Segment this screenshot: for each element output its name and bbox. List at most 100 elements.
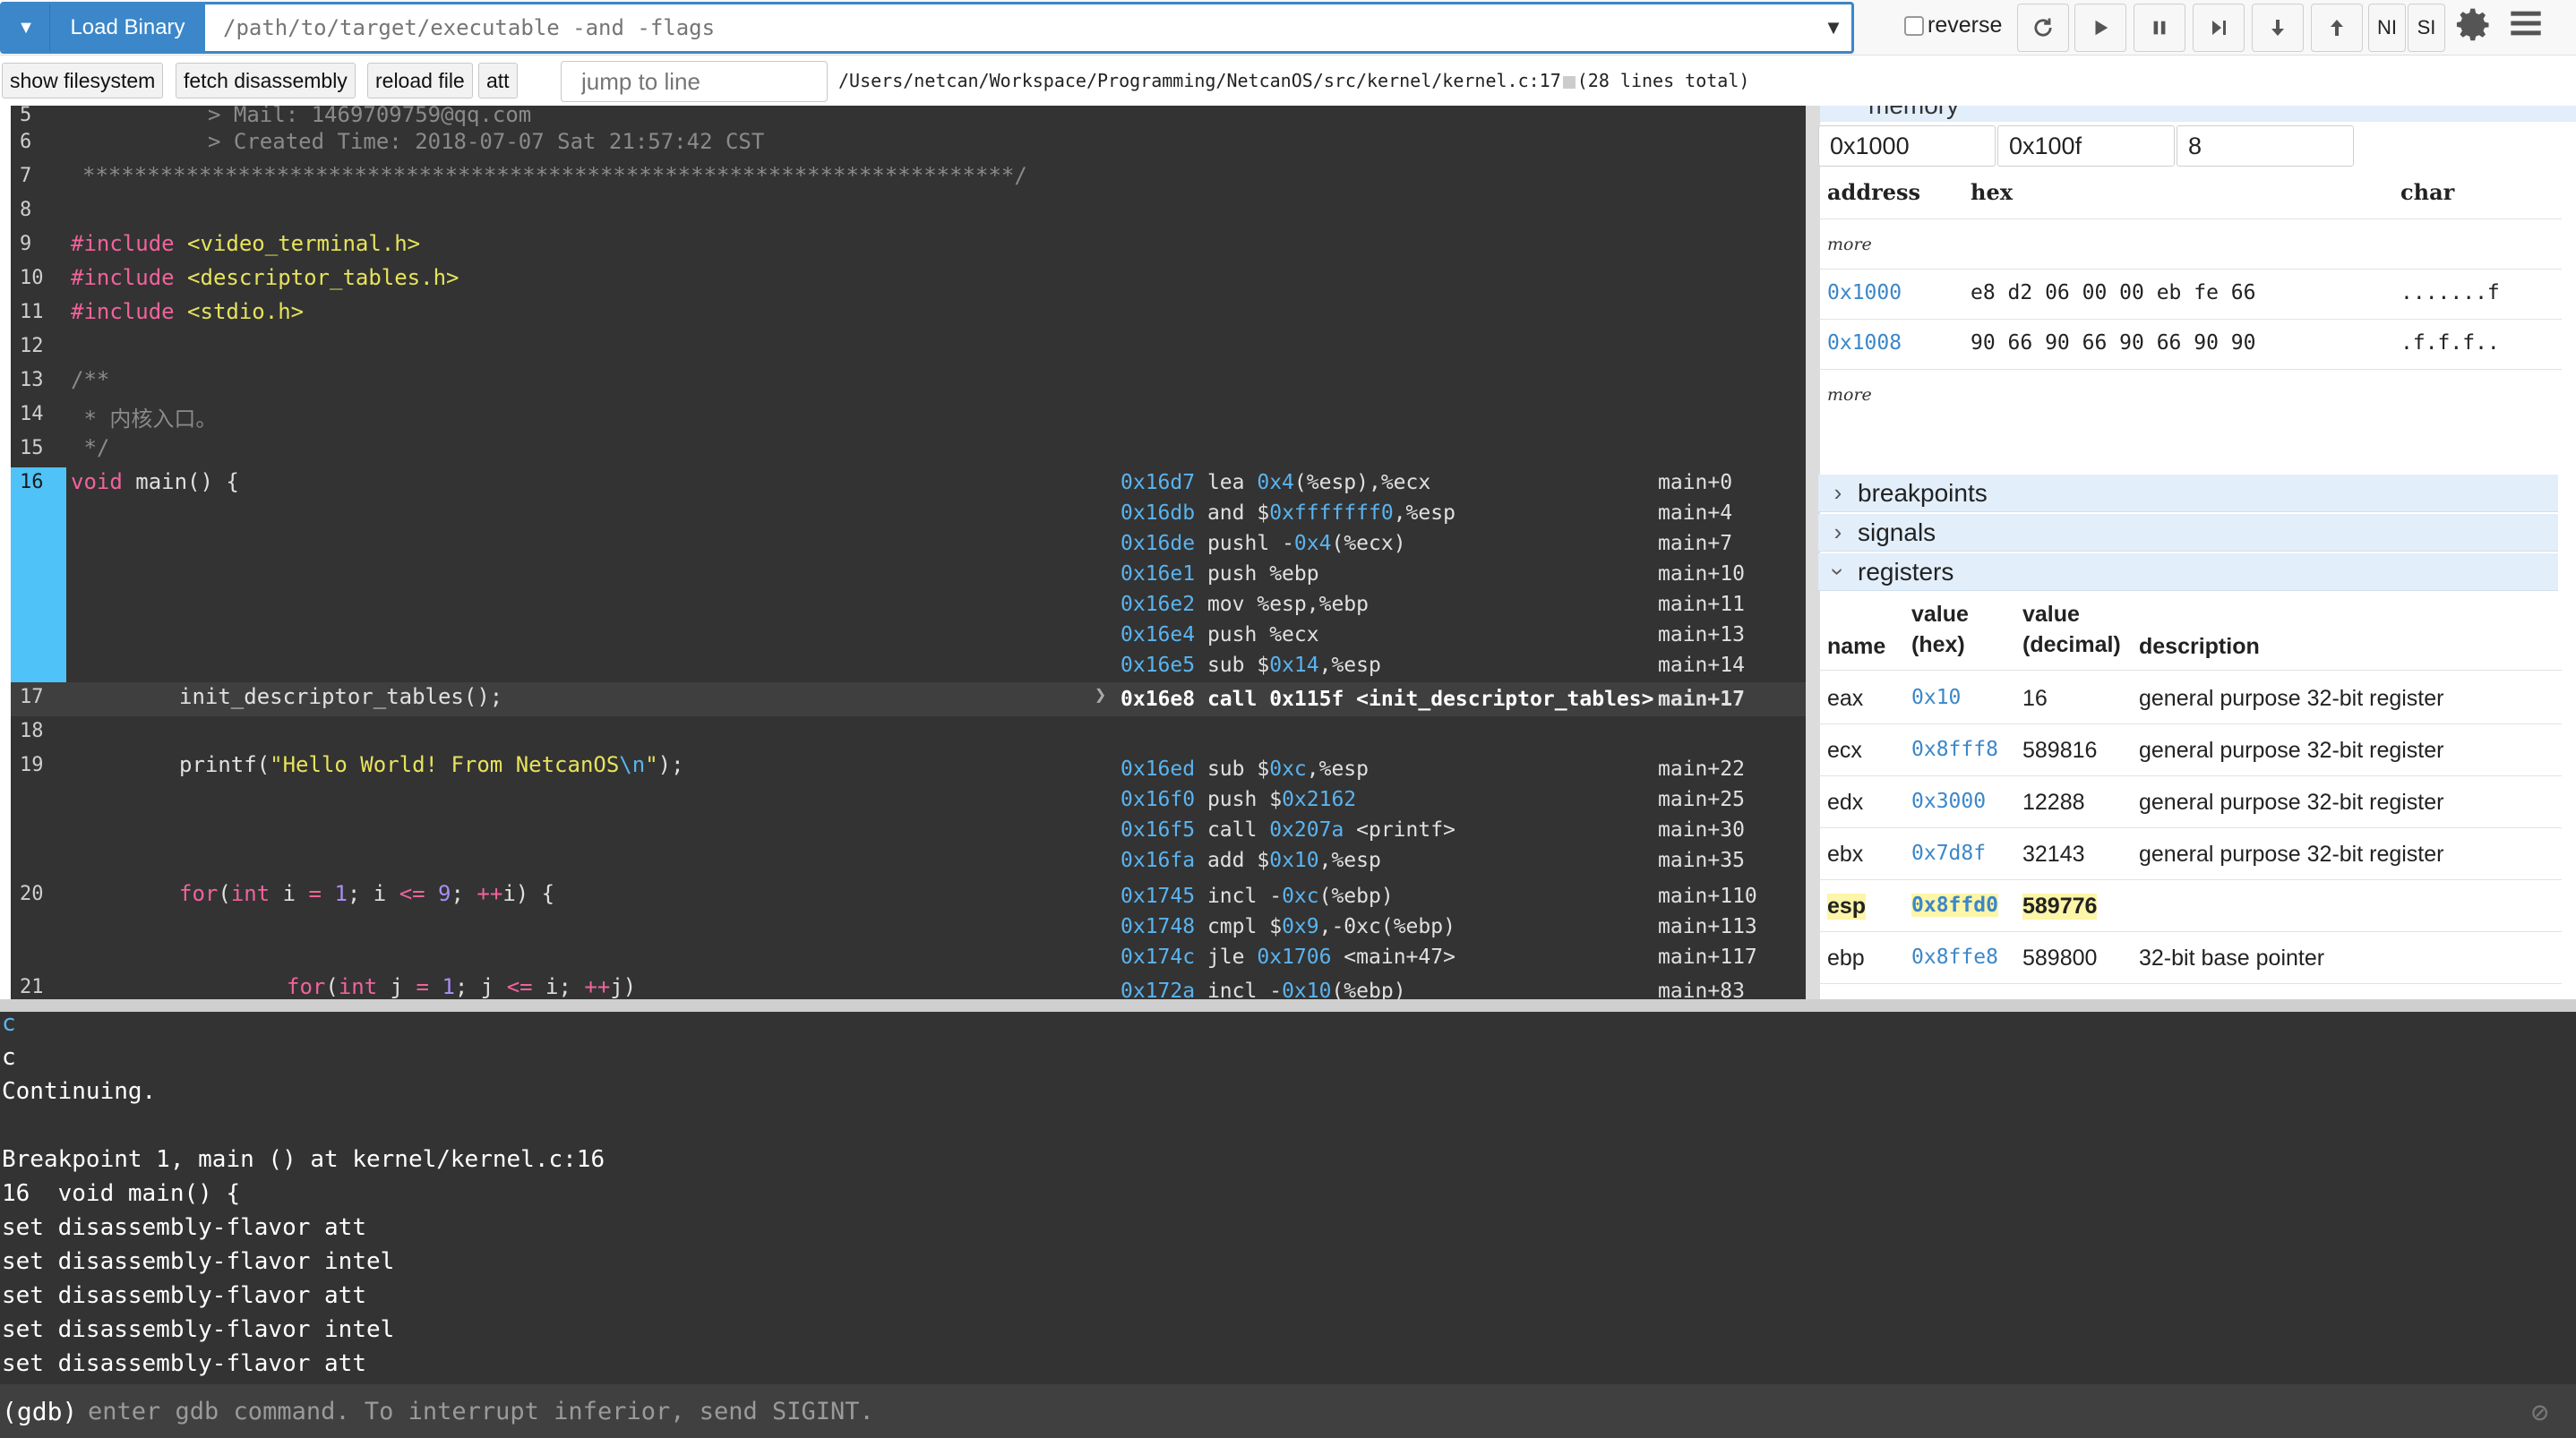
line-number[interactable]: 9 xyxy=(20,233,31,255)
register-name: ecx xyxy=(1827,738,1862,763)
source-line: 20 for(int i = 1; i <= 9; ++i) { xyxy=(11,879,1806,972)
line-number[interactable]: 18 xyxy=(20,720,44,742)
line-number[interactable]: 8 xyxy=(20,199,31,221)
reverse-toggle[interactable]: reverse xyxy=(1904,13,2002,39)
register-description: general purpose 32-bit register xyxy=(2139,686,2444,711)
memory-more-before-link[interactable]: more xyxy=(1827,235,1872,254)
instruction-address[interactable]: 0x16fa xyxy=(1121,849,1195,872)
line-number[interactable]: 20 xyxy=(20,883,44,905)
code-text: for(int j = 1; j <= i; ++j) xyxy=(287,974,637,999)
pause-button[interactable] xyxy=(2134,4,2185,52)
signals-section-header[interactable]: › signals xyxy=(1818,514,2558,552)
step-out-button[interactable] xyxy=(2311,4,2363,52)
fetch-disassembly-button[interactable]: fetch disassembly xyxy=(176,63,356,98)
instruction-offset: main+10 xyxy=(1658,562,1745,586)
refresh-button[interactable] xyxy=(2017,4,2069,52)
register-name: eax xyxy=(1827,686,1864,711)
register-hex-value[interactable]: 0x8ffd0 xyxy=(1911,894,1998,917)
instruction-address[interactable]: 0x16f0 xyxy=(1121,788,1195,811)
instruction-address[interactable]: 0x16d7 xyxy=(1121,471,1195,494)
line-number[interactable]: 11 xyxy=(20,301,44,323)
show-filesystem-button[interactable]: show filesystem xyxy=(2,63,164,98)
register-decimal-value: 32143 xyxy=(2022,842,2085,867)
line-number[interactable]: 17 xyxy=(20,686,44,708)
load-binary-button[interactable]: Load Binary xyxy=(49,4,205,51)
instruction-operand-number: 0x207a xyxy=(1269,818,1344,842)
instruction-address[interactable]: 0x16f5 xyxy=(1121,818,1195,842)
jump-to-line-input[interactable] xyxy=(561,61,828,102)
instruction-address[interactable]: 0x16e8 xyxy=(1121,688,1195,711)
line-number[interactable]: 6 xyxy=(20,131,31,153)
memory-address-link[interactable]: 0x1008 xyxy=(1827,331,1902,355)
instruction-address[interactable]: 0x16de xyxy=(1121,532,1195,555)
disassembly-flavor-button[interactable]: att xyxy=(478,63,518,98)
instruction-offset: main+0 xyxy=(1658,471,1733,494)
next-instruction-button[interactable]: NI xyxy=(2368,4,2406,52)
line-number[interactable]: 12 xyxy=(20,335,44,357)
instruction-address[interactable]: 0x172a xyxy=(1121,980,1195,999)
register-hex-value[interactable]: 0x3000 xyxy=(1911,790,1986,813)
reload-file-button[interactable]: reload file xyxy=(367,63,473,98)
step-instruction-button[interactable]: SI xyxy=(2408,4,2445,52)
instruction-address[interactable]: 0x16e4 xyxy=(1121,623,1195,646)
disassembly-instruction: 0x16de pushl -0x4(%ecx) xyxy=(1121,532,1406,555)
register-decimal-value: 12288 xyxy=(2022,790,2085,815)
disassembly-instruction: 0x16f5 call 0x207a <printf> xyxy=(1121,818,1455,842)
register-hex-value[interactable]: 0x10 xyxy=(1911,686,1961,709)
register-hex-value[interactable]: 0x8ffe8 xyxy=(1911,946,1998,969)
disassembly-instruction: 0x1745 incl -0xc(%ebp) xyxy=(1121,885,1394,908)
memory-bytes-per-line-input[interactable] xyxy=(2177,125,2354,167)
clear-console-icon[interactable]: ⊘ xyxy=(2531,1395,2548,1429)
memory-address-link[interactable]: 0x1000 xyxy=(1827,281,1902,304)
code-token: i xyxy=(270,881,309,906)
instruction-address[interactable]: 0x1745 xyxy=(1121,885,1195,908)
memory-more-after-link[interactable]: more xyxy=(1827,385,1872,405)
instruction-address[interactable]: 0x1748 xyxy=(1121,915,1195,938)
instruction-address[interactable]: 0x16ed xyxy=(1121,758,1195,781)
instruction-offset: main+113 xyxy=(1658,915,1757,938)
memory-start-input[interactable] xyxy=(1818,125,1996,167)
copy-path-icon[interactable] xyxy=(1562,75,1576,89)
settings-button[interactable] xyxy=(2454,5,2494,45)
line-number[interactable]: 10 xyxy=(20,267,44,289)
line-number[interactable]: 16 xyxy=(20,471,44,493)
menu-button[interactable] xyxy=(2508,5,2547,45)
registers-section-header[interactable]: › registers xyxy=(1818,553,2558,591)
instruction-operand: - xyxy=(1282,532,1294,555)
panel-resize-handle[interactable] xyxy=(1806,106,1820,999)
line-number[interactable]: 5 xyxy=(20,106,31,126)
instruction-operand: <printf> xyxy=(1344,818,1455,842)
instruction-address[interactable]: 0x16e2 xyxy=(1121,593,1195,616)
instruction-opcode: push xyxy=(1206,623,1258,646)
reverse-checkbox[interactable] xyxy=(1904,15,1924,36)
instruction-address[interactable]: 0x174c xyxy=(1121,946,1195,969)
load-options-caret-icon[interactable]: ▼ xyxy=(3,4,49,51)
breakpoint-marker[interactable] xyxy=(11,467,66,682)
continue-button[interactable] xyxy=(2074,4,2126,52)
line-number[interactable]: 7 xyxy=(20,165,31,187)
register-hex-value[interactable]: 0x7d8f xyxy=(1911,842,1986,865)
line-number[interactable]: 21 xyxy=(20,976,44,998)
binary-path-input[interactable] xyxy=(205,4,1816,51)
line-number[interactable]: 14 xyxy=(20,403,44,425)
instruction-opcode: call xyxy=(1206,688,1258,711)
line-number[interactable]: 19 xyxy=(20,754,44,776)
current-file-path: /Users/netcan/Workspace/Programming/Netc… xyxy=(838,70,1749,91)
instruction-address[interactable]: 0x16e5 xyxy=(1121,654,1195,677)
breakpoints-section-header[interactable]: › breakpoints xyxy=(1818,475,2558,512)
register-hex-value[interactable]: 0x8fff8 xyxy=(1911,738,1998,761)
instruction-address[interactable]: 0x16e1 xyxy=(1121,562,1195,586)
line-number[interactable]: 15 xyxy=(20,437,44,459)
disassembly-instruction: 0x16d7 lea 0x4(%esp),%ecx xyxy=(1121,471,1430,494)
instruction-operand-number: 0xc xyxy=(1282,885,1319,908)
step-over-button[interactable] xyxy=(2193,4,2245,52)
instruction-address[interactable]: 0x16db xyxy=(1121,501,1195,525)
step-into-button[interactable] xyxy=(2252,4,2304,52)
memory-end-input[interactable] xyxy=(1997,125,2175,167)
binary-history-dropdown-icon[interactable]: ▼ xyxy=(1816,4,1851,51)
gdb-command-input[interactable] xyxy=(86,1391,2504,1431)
memory-section-header[interactable]: memory xyxy=(1820,106,2576,122)
instruction-opcode: and xyxy=(1206,501,1245,525)
line-number[interactable]: 13 xyxy=(20,369,44,391)
disassembly-instruction: 0x174c jle 0x1706 <main+47> xyxy=(1121,946,1455,969)
